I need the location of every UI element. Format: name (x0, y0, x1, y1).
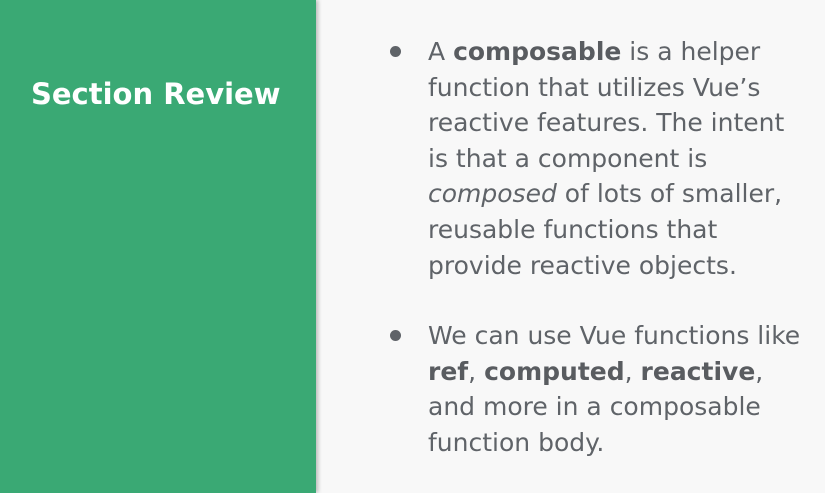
bullet-text-segment: , (624, 356, 641, 386)
bold-term-reactive: reactive (640, 356, 756, 386)
bullet-text: We can use Vue functions like ref, compu… (428, 321, 800, 457)
bullet-dot-icon (390, 330, 401, 342)
bullet-list: A composable is a helper function that u… (386, 34, 811, 461)
bullet-item-composable-definition: A composable is a helper function that u… (386, 34, 811, 283)
bullet-text-segment: A (428, 37, 454, 66)
bullet-dot-icon (390, 46, 401, 57)
bold-term-composable: composable (453, 37, 622, 66)
title-panel: Section Review (0, 0, 316, 493)
italic-term-composed: composed (428, 179, 557, 209)
bullet-text: A composable is a helper function that u… (428, 37, 784, 280)
bullet-text-segment: , (468, 356, 485, 386)
bold-term-computed: computed (484, 356, 625, 386)
content-area: A composable is a helper function that u… (386, 34, 811, 461)
slide: Section Review A composable is a helper … (0, 0, 825, 493)
bullet-text-segment: We can use Vue functions like (428, 321, 801, 351)
section-title: Section Review (31, 77, 281, 111)
bold-term-ref: ref (428, 356, 469, 386)
bullet-item-vue-functions: We can use Vue functions like ref, compu… (386, 318, 811, 460)
